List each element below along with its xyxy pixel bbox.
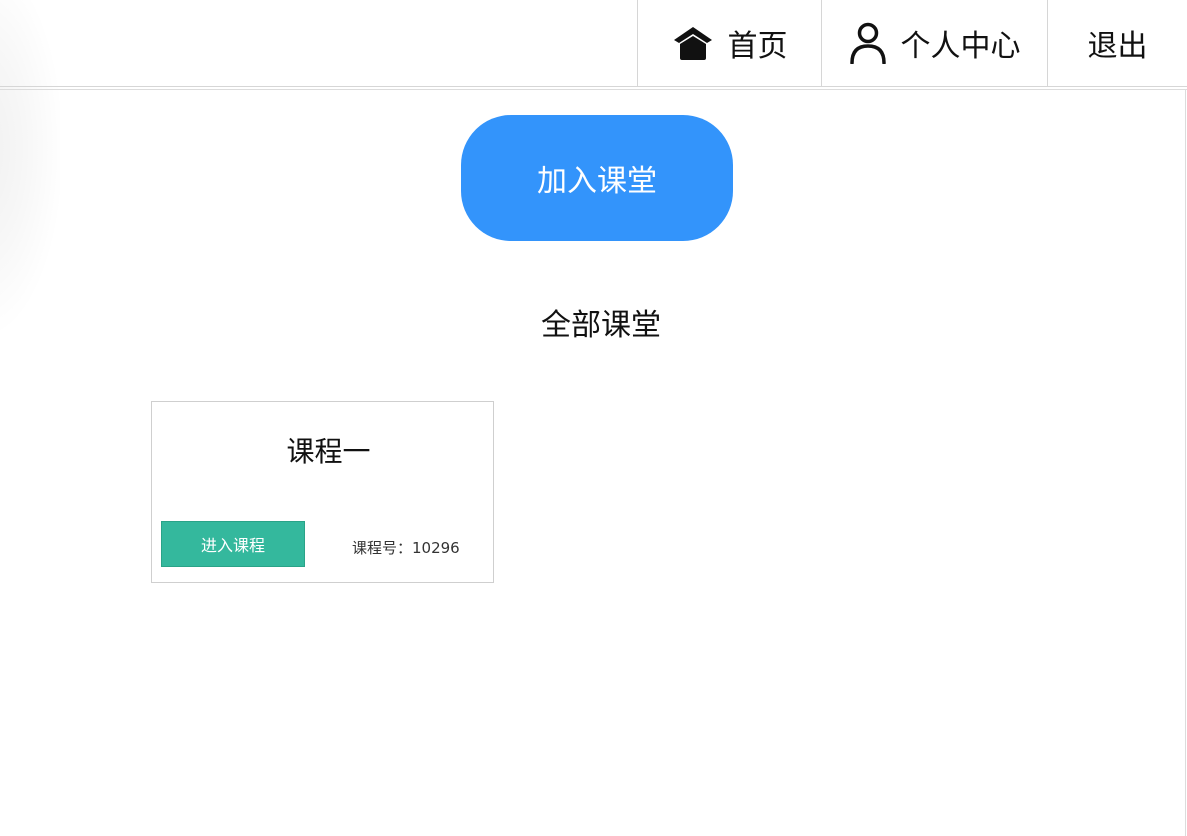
nav-profile-label: 个人中心 <box>900 29 1021 64</box>
nav-home-label: 首页 <box>727 29 788 64</box>
nav-profile[interactable]: 个人中心 <box>821 0 1047 86</box>
course-code: 课程号：10296 <box>352 539 460 557</box>
page: 首页 个人中心 退出 加入课堂 全部课堂 课程一 进入课程 课程号：10296 <box>0 0 1187 836</box>
join-class-button[interactable]: 加入课堂 <box>461 115 733 241</box>
nav-logout[interactable]: 退出 <box>1047 0 1187 86</box>
course-card: 课程一 进入课程 课程号：10296 <box>151 401 494 583</box>
nav-home[interactable]: 首页 <box>637 0 821 86</box>
enter-course-button[interactable]: 进入课程 <box>161 521 305 567</box>
user-icon <box>849 22 887 64</box>
top-navigation-bar: 首页 个人中心 退出 <box>0 0 1187 87</box>
home-icon <box>672 25 714 61</box>
header-divider <box>0 89 1187 90</box>
all-classes-title: 全部课堂 <box>541 308 661 343</box>
course-name: 课程一 <box>286 435 371 468</box>
content-right-border <box>1185 89 1186 836</box>
nav-logout-label: 退出 <box>1087 29 1148 64</box>
